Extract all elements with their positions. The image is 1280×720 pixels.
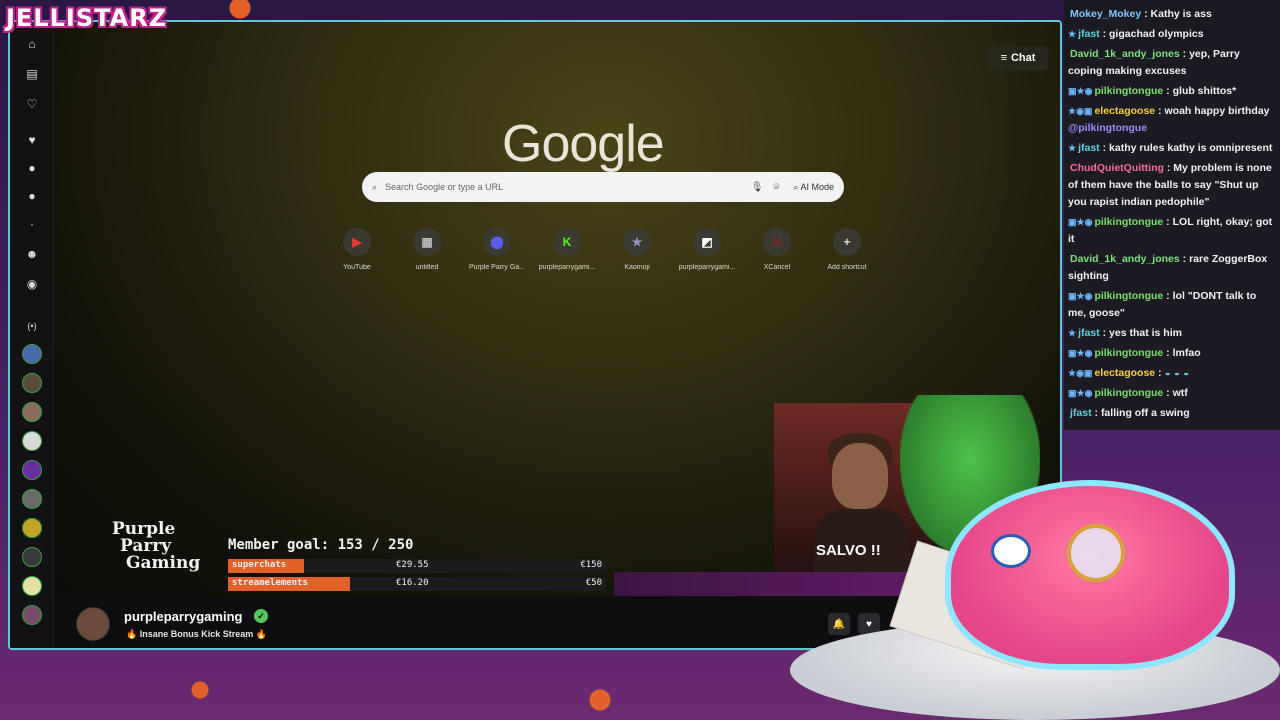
shortcut-xcancel[interactable]: M XCancel	[742, 228, 812, 271]
jelly-mascot	[945, 480, 1235, 670]
shortcut-tiles: ▶ YouTube ▦ untitled ⬤ Purple Parry Ga..…	[322, 228, 882, 271]
circle-icon[interactable]: ●	[22, 186, 42, 206]
dot-icon[interactable]: ·	[22, 214, 42, 234]
heart-icon: ♥	[866, 618, 872, 630]
goal-row-streamelements: streamelements €16.20 €50	[228, 577, 606, 591]
chat-message: ★◉▣ electagoose : woah happy birthday @pi…	[1068, 105, 1270, 134]
channel-avatar[interactable]	[22, 344, 42, 364]
microphone-icon[interactable]: 🎙	[751, 182, 764, 193]
notification-bell-button[interactable]: 🔔	[828, 613, 850, 635]
chat-message: ★◉▣ electagoose : ◒ ◒ ◒	[1068, 367, 1190, 379]
chat-panel: Mokey_Mokey : Kathy is ass ★ jfast : giga…	[1064, 0, 1280, 430]
purple-app-icon: ⬤	[483, 228, 511, 256]
shortcut-kick[interactable]: K purpleparrygami...	[532, 228, 602, 271]
goal-row-superchats: superchats €29.55 €150	[228, 559, 606, 573]
ai-mode-button[interactable]: ⌕ AI Mode	[793, 182, 834, 193]
page-icon: ▦	[413, 228, 441, 256]
shortcut-untitled[interactable]: ▦ untitled	[392, 228, 462, 271]
search-input[interactable]: Search Google or type a URL	[385, 182, 741, 192]
channel-avatar[interactable]	[22, 547, 42, 567]
shortcut-kaomoji[interactable]: ★ Kaomoji	[602, 228, 672, 271]
following-icon[interactable]: ♡	[22, 94, 42, 114]
chat-toggle-button[interactable]: ≡ Chat	[988, 46, 1048, 70]
user-icon[interactable]: ☻	[22, 244, 42, 264]
chat-message: ★ jfast : kathy rules kathy is omnipresen…	[1068, 142, 1273, 154]
xcancel-icon: M	[763, 228, 791, 256]
chat-message: David_1k_andy_jones : yep, Parry coping …	[1068, 48, 1240, 77]
chat-message: ▣★◉ pilkingtongue : glub shittos*	[1068, 85, 1237, 97]
search-bar[interactable]: ⌕ Search Google or type a URL 🎙 ⌾ ⌕ AI M…	[362, 172, 844, 202]
mascot-monocle	[1067, 524, 1125, 582]
channel-avatar[interactable]	[22, 518, 42, 538]
chat-message: ▣★◉ pilkingtongue : LOL right, okay; got …	[1068, 216, 1273, 245]
heart-icon[interactable]: ♥	[22, 130, 42, 150]
chat-message: ★ jfast : gigachad olympics	[1068, 28, 1204, 40]
app-icon: ◩	[693, 228, 721, 256]
channel-avatar[interactable]	[22, 489, 42, 509]
google-logo: Google	[502, 115, 665, 173]
webcam-label: SALVO !!	[816, 542, 881, 559]
chat-message: ▣★◉ pilkingtongue : lol "DONT talk to me,…	[1068, 290, 1257, 319]
left-sidebar: ⌂ ▤ ♡ ♥ ● ● · ☻ ◉ (•)	[10, 22, 54, 648]
shortcut-youtube[interactable]: ▶ YouTube	[322, 228, 392, 271]
channel-avatar[interactable]	[22, 576, 42, 596]
chat-message: David_1k_andy_jones : rare ZoggerBox sig…	[1068, 253, 1268, 282]
home-icon[interactable]: ⌂	[22, 34, 42, 54]
member-goal-title: Member goal: 153 / 250	[228, 537, 414, 553]
eye-icon[interactable]: ◉	[22, 274, 42, 294]
purple-parry-gaming-logo: Purple Parry Gaming	[112, 519, 201, 573]
kick-icon: K	[553, 228, 581, 256]
shortcut-purple-parry[interactable]: ⬤ Purple Parry Ga...	[462, 228, 532, 271]
mascot-eye	[991, 534, 1031, 568]
channel-avatar[interactable]	[22, 460, 42, 480]
channel-avatar[interactable]	[22, 431, 42, 451]
verified-icon: ✓	[254, 609, 268, 623]
chat-message: ▣★◉ pilkingtongue : lmfao	[1068, 347, 1201, 359]
streamer-name[interactable]: purpleparrygaming	[124, 609, 242, 624]
chat-icon: ≡	[1000, 52, 1007, 64]
search-icon: ⌕	[372, 181, 378, 192]
channel-avatar[interactable]	[22, 605, 42, 625]
shortcut-add[interactable]: + Add shortcut	[812, 228, 882, 271]
plus-icon: +	[833, 228, 861, 256]
bell-icon: 🔔	[832, 618, 846, 630]
channel-avatar[interactable]	[22, 402, 42, 422]
chat-message: Mokey_Mokey : Kathy is ass	[1070, 8, 1212, 20]
stream-title: 🔥 Insane Bonus Kick Stream 🔥	[126, 629, 267, 639]
chat-message: ▣★◉ pilkingtongue : wtf	[1068, 387, 1188, 399]
browse-icon[interactable]: ▤	[22, 64, 42, 84]
bell-icon[interactable]: ●	[22, 158, 42, 178]
avatar[interactable]	[76, 607, 110, 641]
live-icon: (•)	[27, 321, 37, 331]
chat-message: ★ jfast : yes that is him	[1068, 327, 1182, 339]
stream-frame: ⌂ ▤ ♡ ♥ ● ● · ☻ ◉ (•) ≡ Chat Google ⌕ Se…	[8, 20, 1062, 650]
star-icon: ★	[623, 228, 651, 256]
shortcut-purpleparry-2[interactable]: ◩ purpleparrygami...	[672, 228, 742, 271]
youtube-icon: ▶	[343, 228, 371, 256]
lens-icon[interactable]: ⌾	[773, 182, 779, 193]
channel-avatar[interactable]	[22, 373, 42, 393]
member-goal-widget: Purple Parry Gaming Member goal: 153 / 2…	[106, 517, 626, 597]
overlay-logo: JELLISTARZ	[6, 4, 168, 32]
chat-message: ChudQuietQuitting : My problem is none o…	[1068, 162, 1272, 208]
chat-message: jfast : falling off a swing	[1070, 407, 1190, 419]
